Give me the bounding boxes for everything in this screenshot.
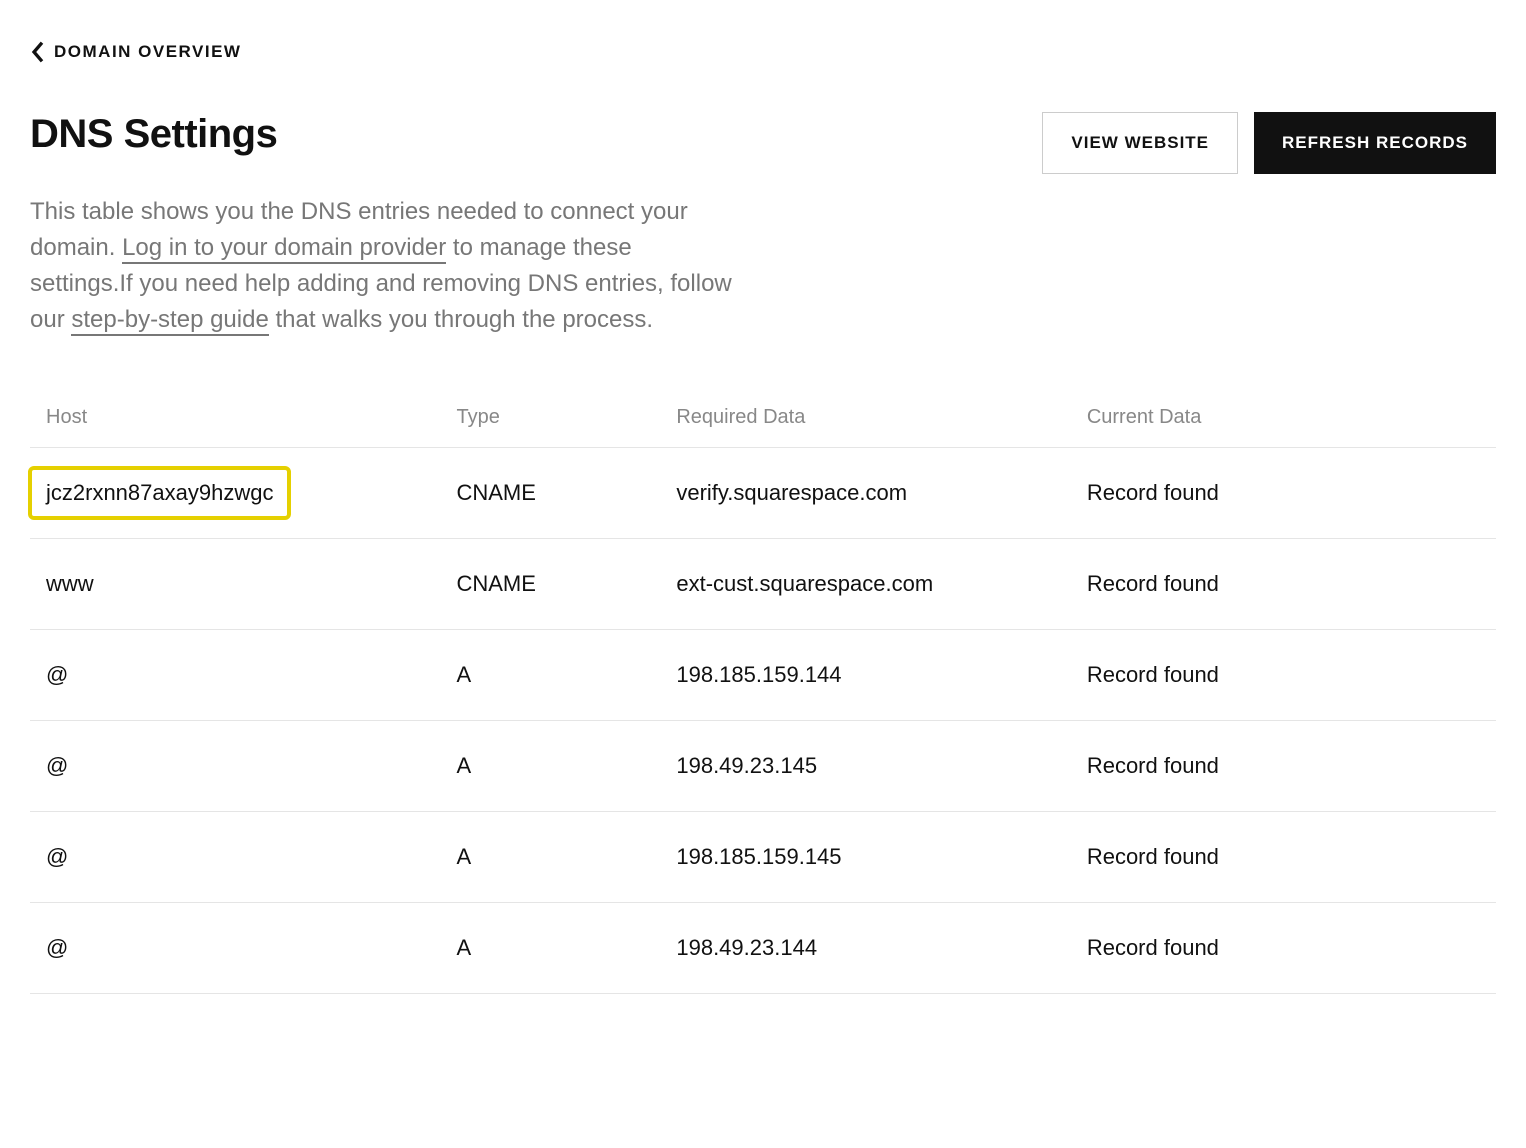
description-text: that walks you through the process. [269,306,653,333]
table-header-type: Type [440,388,660,448]
table-row: @A198.185.159.144Record found [30,630,1496,721]
chevron-left-icon [30,40,46,64]
domain-provider-link[interactable]: Log in to your domain provider [122,234,446,264]
cell-host: www [30,539,440,630]
header-actions: VIEW WEBSITE REFRESH RECORDS [1042,112,1496,174]
cell-required-data: 198.185.159.145 [660,812,1070,903]
table-row: wwwCNAMEext-cust.squarespace.comRecord f… [30,539,1496,630]
table-header-required-data: Required Data [660,388,1070,448]
cell-current-data: Record found [1071,903,1496,994]
cell-host: @ [30,812,440,903]
cell-required-data: 198.185.159.144 [660,630,1070,721]
highlighted-host-value: jcz2rxnn87axay9hzwgc [28,466,291,520]
cell-type: A [440,721,660,812]
refresh-records-button[interactable]: REFRESH RECORDS [1254,112,1496,174]
cell-host: @ [30,721,440,812]
cell-type: CNAME [440,539,660,630]
cell-host: @ [30,630,440,721]
cell-required-data: 198.49.23.145 [660,721,1070,812]
breadcrumb-label: DOMAIN OVERVIEW [54,42,241,62]
cell-host: jcz2rxnn87axay9hzwgc [30,448,440,539]
cell-current-data: Record found [1071,721,1496,812]
cell-type: A [440,630,660,721]
cell-required-data: ext-cust.squarespace.com [660,539,1070,630]
cell-required-data: 198.49.23.144 [660,903,1070,994]
cell-type: CNAME [440,448,660,539]
breadcrumb-back-link[interactable]: DOMAIN OVERVIEW [30,40,241,64]
dns-records-table: Host Type Required Data Current Data jcz… [30,388,1496,994]
table-row: @A198.49.23.145Record found [30,721,1496,812]
view-website-button[interactable]: VIEW WEBSITE [1042,112,1238,174]
cell-current-data: Record found [1071,630,1496,721]
cell-type: A [440,903,660,994]
page-description: This table shows you the DNS entries nee… [30,194,740,338]
table-header-host: Host [30,388,440,448]
cell-host: @ [30,903,440,994]
table-row: @A198.185.159.145Record found [30,812,1496,903]
cell-type: A [440,812,660,903]
page-title: DNS Settings [30,112,277,157]
cell-current-data: Record found [1071,812,1496,903]
cell-current-data: Record found [1071,539,1496,630]
cell-required-data: verify.squarespace.com [660,448,1070,539]
table-header-current-data: Current Data [1071,388,1496,448]
table-row: @A198.49.23.144Record found [30,903,1496,994]
cell-current-data: Record found [1071,448,1496,539]
table-row: jcz2rxnn87axay9hzwgc CNAMEverify.squaresp… [30,448,1496,539]
step-by-step-guide-link[interactable]: step-by-step guide [71,306,268,336]
